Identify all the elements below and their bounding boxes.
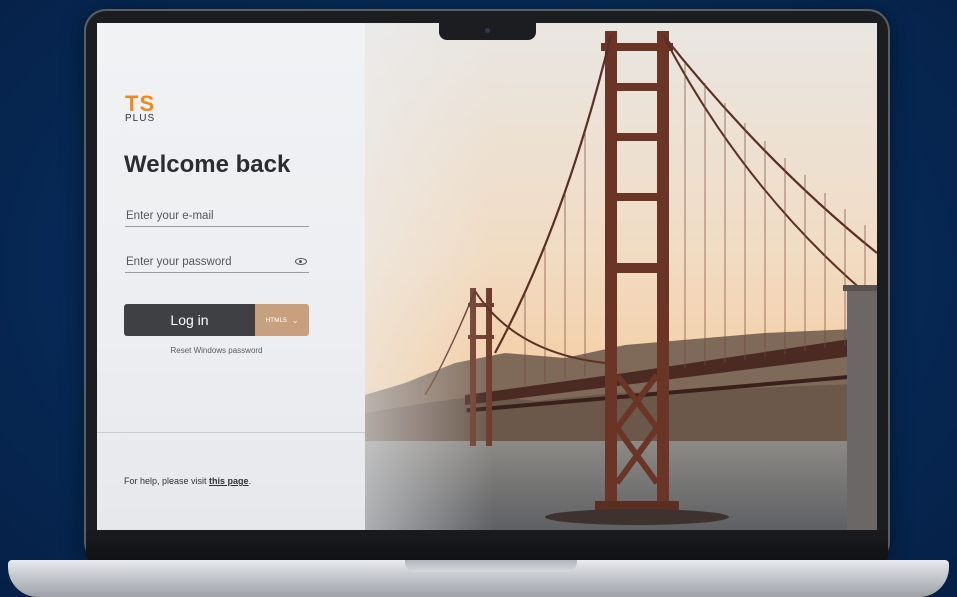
chevron-down-icon: ⌄: [291, 315, 299, 325]
eye-icon[interactable]: [295, 258, 307, 265]
tsplus-logo: TS PLUS: [125, 91, 156, 124]
screen: TS PLUS Welcome back Enter your e-mail E…: [97, 23, 877, 530]
golden-gate-photo: [365, 23, 877, 530]
mode-label: HTML5: [265, 316, 287, 324]
laptop-chin: [86, 530, 888, 560]
login-button-group: Log in HTML5 ⌄: [124, 304, 309, 336]
help-prefix: For help, please visit: [124, 476, 210, 486]
email-placeholder: Enter your e-mail: [126, 209, 214, 222]
laptop-base-notch: [405, 560, 577, 572]
logo-plus: PLUS: [125, 113, 156, 124]
help-text: For help, please visit this page.: [124, 476, 251, 486]
reset-password-link[interactable]: Reset Windows password: [124, 346, 309, 355]
password-placeholder: Enter your password: [126, 255, 232, 268]
page-title: Welcome back: [124, 151, 291, 178]
divider: [97, 432, 365, 433]
camera-icon: [485, 28, 490, 33]
camera-notch: [439, 23, 536, 40]
mode-dropdown-button[interactable]: HTML5 ⌄: [255, 304, 309, 336]
email-field[interactable]: Enter your e-mail: [125, 205, 309, 227]
help-link[interactable]: this page: [209, 476, 249, 486]
login-button[interactable]: Log in: [124, 304, 255, 336]
password-field[interactable]: Enter your password: [125, 251, 309, 273]
help-suffix: .: [248, 476, 252, 486]
laptop-base: [8, 560, 949, 597]
logo-ts: TS: [125, 91, 156, 116]
login-panel: TS PLUS Welcome back Enter your e-mail E…: [97, 23, 365, 530]
